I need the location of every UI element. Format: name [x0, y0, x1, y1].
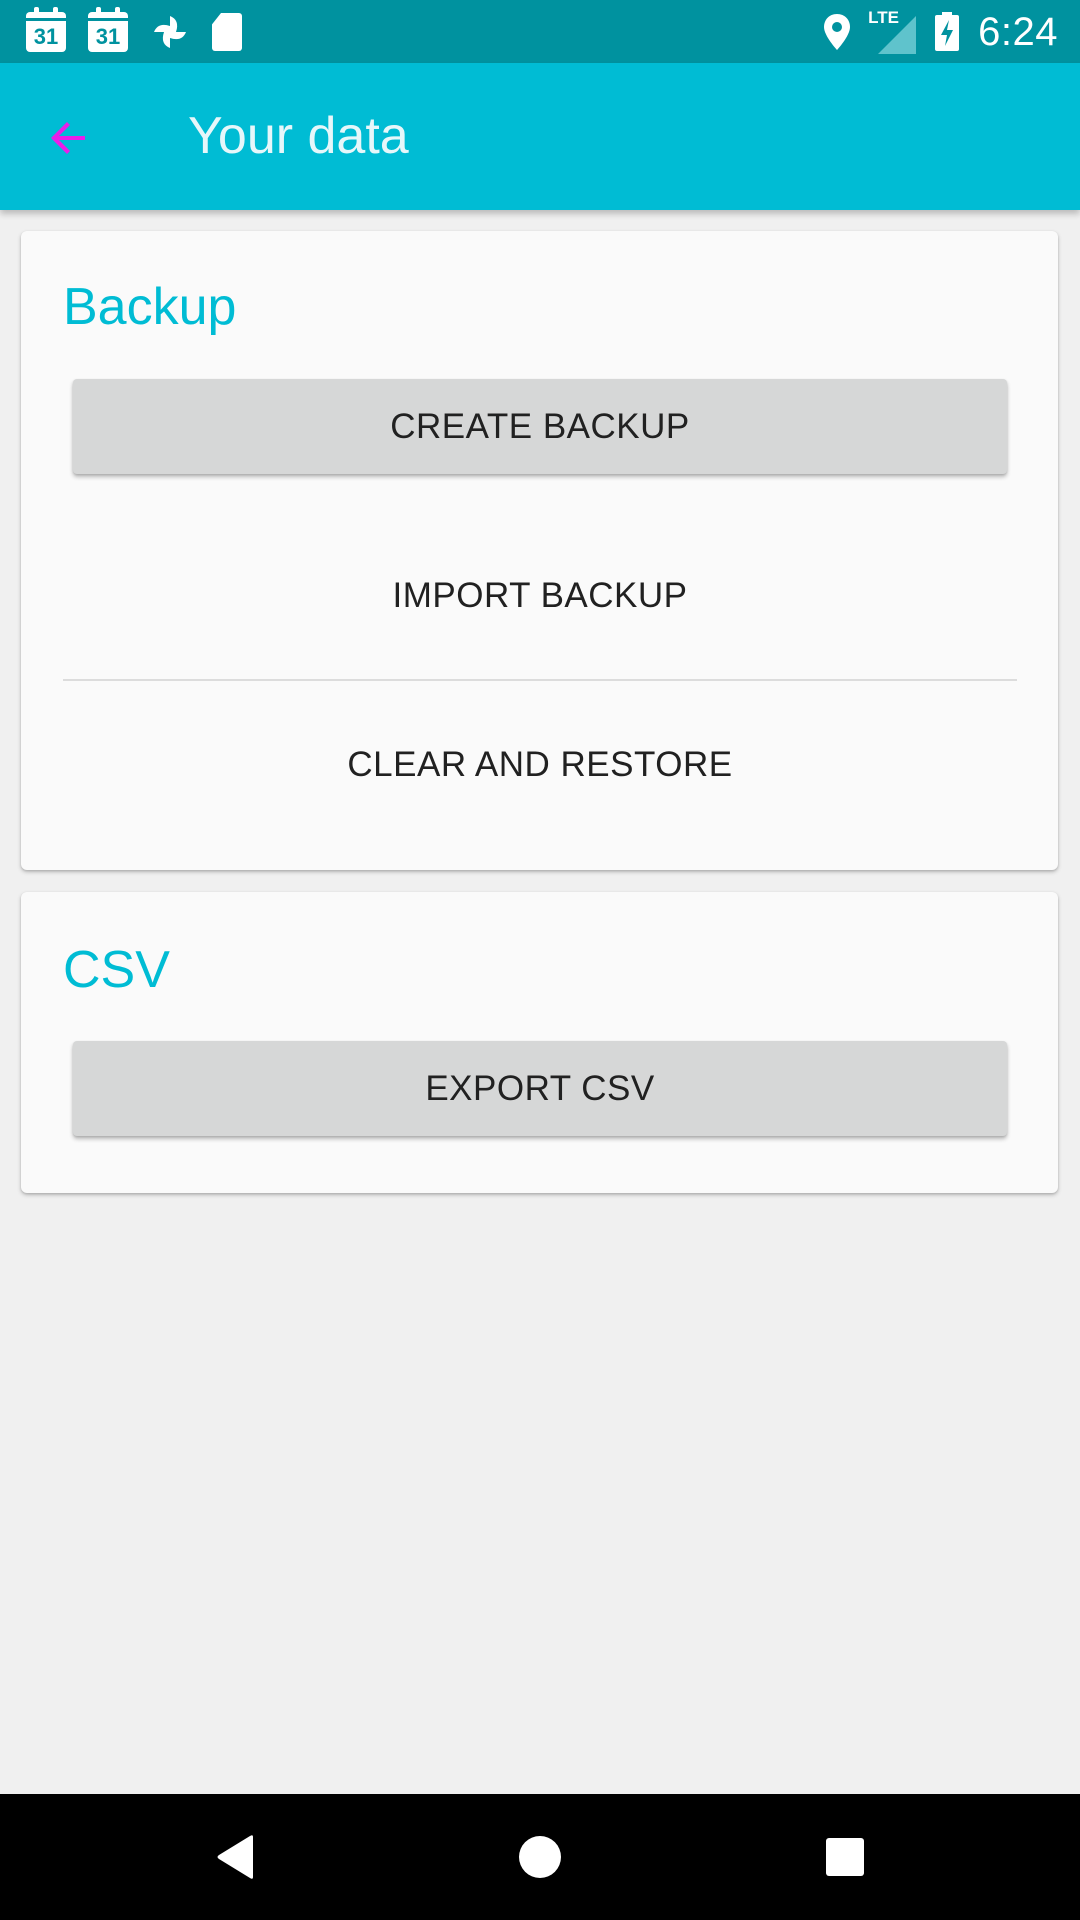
backup-card: Backup CREATE BACKUP IMPORT BACKUP CLEAR… [21, 231, 1058, 870]
home-circle-icon [519, 1836, 561, 1878]
location-pin-icon [824, 14, 851, 50]
export-csv-button[interactable]: EXPORT CSV [73, 1041, 1007, 1136]
lte-signal-icon: LTE [868, 8, 917, 54]
csv-card: CSV EXPORT CSV [21, 892, 1058, 1193]
divider [63, 679, 1017, 681]
system-status-icons: LTE 6:24 [822, 8, 1058, 56]
network-type-label: LTE [868, 8, 899, 27]
screen: 31 31 LTE 6:24 Your data Backup CREATE B… [0, 0, 1080, 1920]
nav-recents-button[interactable] [810, 1822, 880, 1892]
clock: 6:24 [978, 9, 1058, 54]
backup-section-title: Backup [63, 278, 237, 336]
notification-icons: 31 31 [26, 7, 242, 54]
navigation-bar [0, 1794, 1080, 1920]
status-bar: 31 31 LTE 6:24 [0, 0, 1080, 63]
nav-home-button[interactable] [505, 1822, 575, 1892]
pinwheel-icon [154, 16, 186, 48]
arrow-back-icon [51, 122, 85, 154]
app-bar: Your data [0, 63, 1080, 210]
calendar-day: 31 [33, 24, 59, 49]
nav-back-button[interactable] [200, 1822, 270, 1892]
calendar-icon: 31 [88, 7, 128, 52]
csv-section-title: CSV [63, 941, 170, 999]
back-triangle-icon [217, 1835, 253, 1879]
create-backup-button[interactable]: CREATE BACKUP [73, 379, 1007, 474]
calendar-icon: 31 [26, 7, 66, 52]
sd-card-icon [212, 13, 242, 51]
import-backup-button[interactable]: IMPORT BACKUP [63, 548, 1017, 643]
calendar-day: 31 [95, 24, 121, 49]
clear-and-restore-button[interactable]: CLEAR AND RESTORE [63, 717, 1017, 812]
battery-charging-icon [935, 12, 960, 51]
page-title: Your data [188, 107, 409, 165]
back-button[interactable] [34, 103, 104, 173]
recents-square-icon [826, 1838, 864, 1876]
